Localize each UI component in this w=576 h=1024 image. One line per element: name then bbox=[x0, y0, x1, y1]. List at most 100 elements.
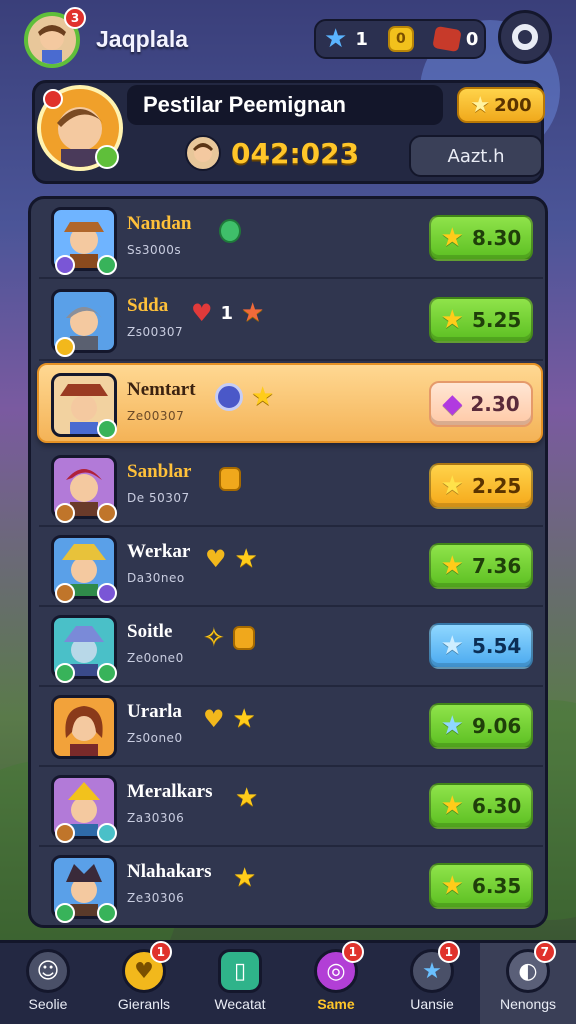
star-icon: ★ bbox=[440, 871, 464, 901]
player-name: Urarla bbox=[127, 701, 182, 722]
nav-item-wecatat[interactable]: ▯ Wecatat bbox=[192, 943, 288, 1024]
class-badge-icon bbox=[97, 583, 117, 603]
leaderboard-panel: Nandan Ss3000s ★ 8.30 Sdda Zs00307 ♥ 1 ★… bbox=[28, 196, 548, 928]
player-name: Nandan bbox=[127, 213, 192, 234]
rank-badge-icon bbox=[55, 337, 75, 357]
player-subtext: Ze00307 bbox=[127, 409, 185, 423]
class-badge-icon bbox=[97, 823, 117, 843]
event-banner: Pestilar Peemignan ★ 200 042:023 Aazt.h bbox=[32, 80, 545, 184]
gem-currency[interactable]: 0 bbox=[432, 25, 479, 53]
class-badge-icon bbox=[97, 503, 117, 523]
class-badge-icon bbox=[97, 663, 117, 683]
ruby-icon bbox=[432, 25, 462, 53]
score-button[interactable]: ★ 6.30 bbox=[429, 783, 533, 829]
leaderboard-row[interactable]: Meralkars Za30306 ★ ★ 6.30 bbox=[39, 767, 543, 847]
star-icon: ★ bbox=[440, 305, 464, 335]
rank-badge-icon bbox=[55, 663, 75, 683]
player-notification-badge: 3 bbox=[64, 7, 86, 29]
event-reward-value: 200 bbox=[494, 94, 532, 116]
player-name: Nlahakars bbox=[127, 861, 212, 882]
rank-badge-icon bbox=[55, 255, 75, 275]
timer-text: 042:023 bbox=[231, 136, 360, 170]
nav-item-same[interactable]: ◎ 1 Same bbox=[288, 941, 384, 1024]
player-subtext: Zs00307 bbox=[127, 325, 184, 339]
score-button[interactable]: ◆ 2.30 bbox=[429, 381, 533, 427]
event-action-button[interactable]: Aazt.h bbox=[409, 135, 543, 177]
leaderboard-row-highlighted[interactable]: Nemtart Ze00307 ★ ◆ 2.30 bbox=[37, 363, 543, 443]
score-button[interactable]: ★ 5.54 bbox=[429, 623, 533, 669]
rank-badge-icon bbox=[55, 823, 75, 843]
nav-notification-badge: 1 bbox=[149, 941, 172, 963]
leaderboard-row[interactable]: Soitle Ze0one0 ✧ ★ 5.54 bbox=[39, 607, 543, 687]
nav-item-gieranls[interactable]: ♥ 1 Gieranls bbox=[96, 941, 192, 1024]
score-button[interactable]: ★ 9.06 bbox=[429, 703, 533, 749]
star-currency[interactable]: ★ 1 bbox=[324, 26, 368, 52]
heart-icon: ♥ bbox=[205, 545, 227, 573]
nav-notification-badge: 1 bbox=[437, 941, 460, 963]
event-check-icon bbox=[95, 145, 119, 169]
badge-icon bbox=[219, 467, 241, 491]
leaderboard-row[interactable]: Sanblar De 50307 ★ 2.25 bbox=[39, 447, 543, 527]
star-icon: ★ bbox=[440, 711, 464, 741]
coin-icon: 0 bbox=[387, 26, 414, 52]
class-badge-icon bbox=[97, 255, 117, 275]
player-subtext: Ss3000s bbox=[127, 243, 182, 257]
star-icon: ★ bbox=[251, 382, 275, 412]
settings-button[interactable] bbox=[498, 10, 552, 64]
gem-count: 0 bbox=[465, 28, 479, 50]
star-icon: ★ bbox=[440, 471, 464, 501]
row-decoration: ♥ 1 ★ bbox=[191, 299, 264, 327]
rank-badge-icon bbox=[55, 503, 75, 523]
row-decoration: ♥ ★ bbox=[205, 545, 258, 573]
event-title: Pestilar Peemignan bbox=[143, 92, 346, 117]
rank-badge-icon bbox=[55, 903, 75, 923]
nav-label: Gieranls bbox=[117, 996, 171, 1012]
player-subtext: Za30306 bbox=[127, 811, 185, 825]
score-button[interactable]: ★ 8.30 bbox=[429, 215, 533, 261]
timer-avatar bbox=[185, 135, 221, 171]
score-button[interactable]: ★ 7.36 bbox=[429, 543, 533, 589]
bottom-navigation: ☺ Seolie ♥ 1 Gieranls ▯ Wecatat ◎ 1 Same… bbox=[0, 940, 576, 1024]
star-icon: ★ bbox=[440, 791, 464, 821]
nav-notification-badge: 7 bbox=[533, 941, 556, 963]
leaderboard-row[interactable]: Sdda Zs00307 ♥ 1 ★ ★ 5.25 bbox=[39, 281, 543, 361]
top-bar: 3 Jaqplala ★ 1 0 0 bbox=[0, 0, 576, 78]
nav-item-uansie[interactable]: ★ 1 Uansie bbox=[384, 941, 480, 1024]
shop-icon: ▯ bbox=[218, 949, 262, 993]
nav-label: Seolie bbox=[28, 996, 68, 1012]
score-value: 2.30 bbox=[470, 392, 520, 416]
score-button[interactable]: ★ 5.25 bbox=[429, 297, 533, 343]
gem-icon: ◆ bbox=[442, 389, 463, 419]
score-value: 8.30 bbox=[471, 226, 522, 250]
star-icon: ★ bbox=[234, 544, 258, 574]
nav-item-nenongs[interactable]: ◐ 7 Nenongs bbox=[480, 941, 576, 1024]
bow-icon: ✧ bbox=[203, 623, 225, 653]
star-icon: ★ bbox=[235, 783, 259, 813]
score-value: 7.36 bbox=[471, 554, 522, 578]
event-alert-icon bbox=[43, 89, 63, 109]
leaderboard-row[interactable]: Nlahakars Ze30306 ★ ★ 6.35 bbox=[39, 847, 543, 925]
class-badge-icon bbox=[97, 419, 117, 439]
player-subtext: De 50307 bbox=[127, 491, 190, 505]
player-name: Soitle bbox=[127, 621, 173, 642]
player-portrait bbox=[51, 695, 117, 759]
coin-currency[interactable]: 0 bbox=[387, 26, 414, 52]
event-timer: 042:023 bbox=[185, 135, 359, 171]
score-button[interactable]: ★ 2.25 bbox=[429, 463, 533, 509]
score-button[interactable]: ★ 6.35 bbox=[429, 863, 533, 909]
leaderboard-row[interactable]: Nandan Ss3000s ★ 8.30 bbox=[39, 199, 543, 279]
row-decoration bbox=[219, 219, 241, 243]
star-icon: ★ bbox=[470, 92, 491, 118]
player-subtext: Ze0one0 bbox=[127, 651, 184, 665]
leaderboard-row[interactable]: Urarla Zs0one0 ♥ ★ ★ 9.06 bbox=[39, 687, 543, 767]
star-icon: ★ bbox=[241, 298, 265, 328]
heart-icon: ♥ bbox=[203, 705, 225, 733]
badge-icon bbox=[219, 219, 241, 243]
leaderboard-row[interactable]: Werkar Da30neo ♥ ★ ★ 7.36 bbox=[39, 527, 543, 607]
player-subtext: Zs0one0 bbox=[127, 731, 183, 745]
player-subtext: Da30neo bbox=[127, 571, 185, 585]
event-reward[interactable]: ★ 200 bbox=[457, 87, 545, 123]
nav-item-seolie[interactable]: ☺ Seolie bbox=[0, 943, 96, 1024]
star-icon: ★ bbox=[440, 551, 464, 581]
player-name: Werkar bbox=[127, 541, 191, 562]
